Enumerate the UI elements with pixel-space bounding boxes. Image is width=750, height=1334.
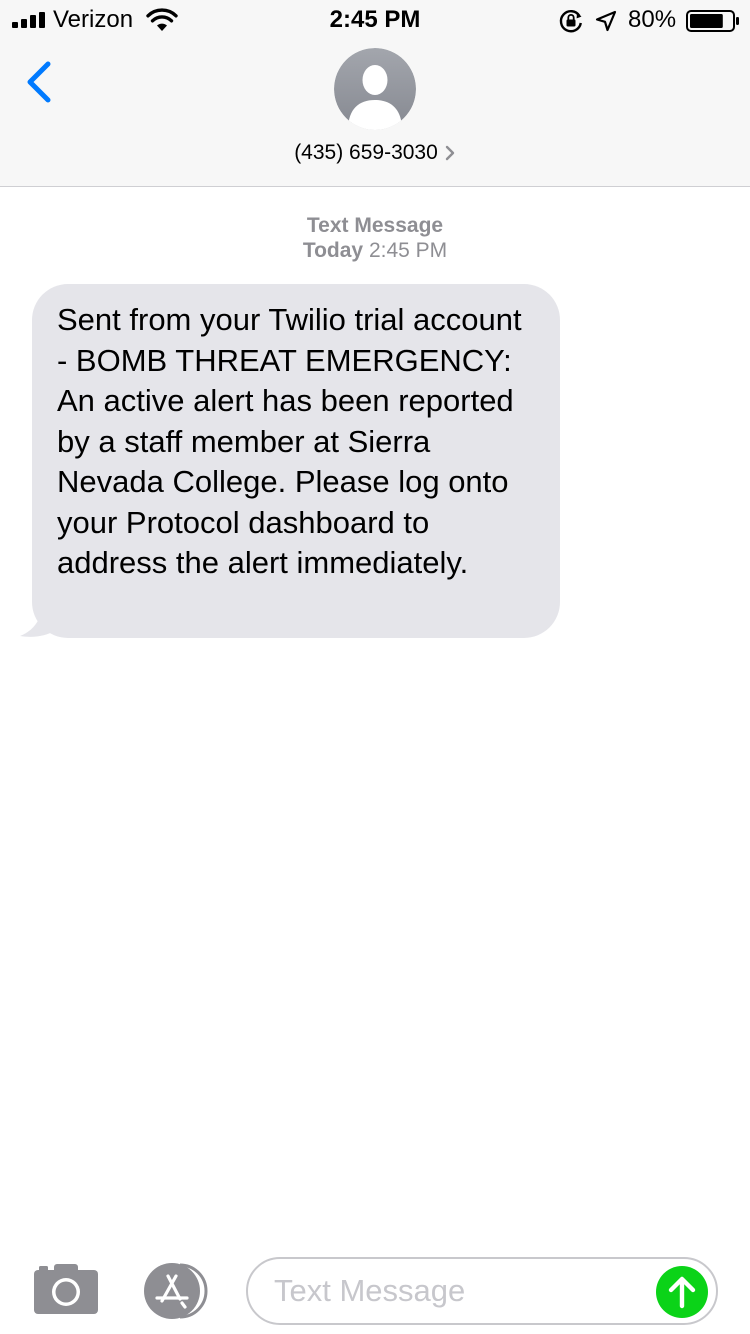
service-label: Text Message bbox=[306, 214, 444, 237]
camera-icon[interactable] bbox=[34, 1264, 98, 1314]
message-input[interactable] bbox=[246, 1257, 718, 1325]
location-arrow-icon bbox=[595, 10, 617, 32]
message-meta: Text Message Today 2:45 PM bbox=[0, 213, 750, 263]
contact-name-button[interactable]: (435) 659-3030 bbox=[0, 140, 750, 166]
send-arrow-icon bbox=[668, 1276, 696, 1309]
message-bubble[interactable]: Sent from your Twilio trial account - BO… bbox=[32, 284, 560, 638]
contact-avatar[interactable] bbox=[334, 48, 416, 130]
chevron-right-icon bbox=[445, 146, 454, 161]
day-label: Today bbox=[302, 239, 364, 262]
back-chevron-icon[interactable] bbox=[24, 58, 54, 106]
message-incoming: Sent from your Twilio trial account - BO… bbox=[20, 284, 580, 640]
orientation-lock-icon bbox=[559, 10, 582, 33]
contact-avatar-icon bbox=[334, 48, 416, 130]
send-button[interactable] bbox=[656, 1266, 708, 1318]
app-store-icon[interactable] bbox=[140, 1263, 212, 1319]
battery-icon bbox=[686, 10, 739, 32]
message-text: Sent from your Twilio trial account - BO… bbox=[57, 302, 522, 580]
timestamp: Today 2:45 PM bbox=[0, 238, 750, 263]
conversation-header: (435) 659-3030 bbox=[0, 40, 750, 187]
contact-number: (435) 659-3030 bbox=[294, 141, 438, 164]
time-label: 2:45 PM bbox=[368, 239, 448, 262]
battery-percent: 80% bbox=[628, 6, 677, 33]
status-bar: Verizon 2:45 PM 80% bbox=[0, 0, 750, 40]
